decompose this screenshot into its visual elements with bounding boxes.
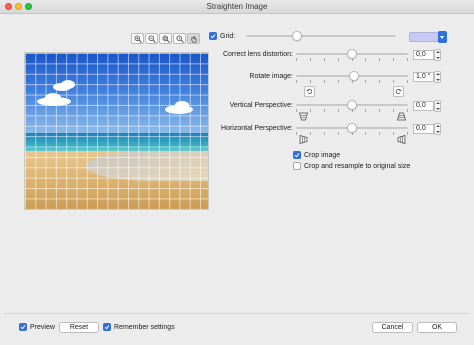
grid-color-dropdown[interactable] bbox=[438, 31, 447, 43]
crop-image-checkbox[interactable] bbox=[293, 151, 301, 159]
perspective-left-wide-icon bbox=[299, 135, 308, 144]
vertical-perspective-input[interactable]: 0,0 bbox=[413, 101, 434, 111]
title-bar: Straighten Image bbox=[0, 0, 474, 14]
straighten-image-dialog: Straighten Image Grid: Correct lens dist… bbox=[0, 0, 474, 345]
slider-knob[interactable] bbox=[292, 31, 302, 41]
slider-knob[interactable] bbox=[347, 123, 357, 133]
zoom-out-button[interactable] bbox=[145, 33, 158, 44]
lens-distortion-input[interactable]: 0,0 bbox=[413, 50, 434, 60]
perspective-bottom-wide-icon bbox=[397, 112, 406, 121]
slider-knob[interactable] bbox=[347, 100, 357, 110]
preview-option[interactable]: Preview bbox=[19, 323, 55, 331]
crop-resample-label: Crop and resample to original size bbox=[304, 162, 411, 170]
remember-settings-label: Remember settings bbox=[114, 323, 175, 331]
rotate-right-button[interactable] bbox=[393, 86, 404, 97]
grid-color-well[interactable] bbox=[409, 32, 439, 42]
horizontal-perspective-label: Horizontal Perspective: bbox=[221, 125, 293, 132]
rotate-counterclockwise-icon bbox=[306, 89, 313, 94]
zoom-in-icon bbox=[134, 35, 142, 43]
rotate-left-button[interactable] bbox=[304, 86, 315, 97]
zoom-toolbar bbox=[131, 33, 200, 44]
horizontal-perspective-stepper[interactable] bbox=[434, 123, 441, 135]
lens-distortion-stepper[interactable] bbox=[434, 49, 441, 61]
checkmark-icon bbox=[104, 325, 110, 330]
zoom-actual-size-button[interactable] bbox=[173, 33, 186, 44]
window-title: Straighten Image bbox=[206, 2, 268, 11]
remember-settings-checkbox[interactable] bbox=[103, 323, 111, 331]
grid-checkbox[interactable] bbox=[209, 32, 217, 40]
hand-pan-icon bbox=[190, 35, 196, 42]
crop-resample-checkbox[interactable] bbox=[293, 162, 301, 170]
crop-image-label: Crop image bbox=[304, 151, 341, 159]
cancel-button[interactable]: Cancel bbox=[372, 322, 413, 333]
lens-distortion-slider[interactable] bbox=[296, 49, 408, 61]
checkmark-icon bbox=[20, 325, 26, 330]
horizontal-perspective-input[interactable]: 0,0 bbox=[413, 124, 434, 134]
rotate-label: Rotate image: bbox=[249, 73, 293, 80]
checkmark-icon bbox=[210, 34, 216, 39]
vertical-perspective-label: Vertical Perspective: bbox=[229, 102, 293, 109]
perspective-top-wide-icon bbox=[299, 112, 308, 121]
zoom-actual-icon bbox=[176, 35, 184, 43]
remember-settings-option[interactable]: Remember settings bbox=[103, 323, 175, 331]
zoom-fit-icon bbox=[162, 35, 170, 43]
rotate-stepper[interactable] bbox=[434, 71, 441, 83]
vertical-perspective-stepper[interactable] bbox=[434, 100, 441, 112]
pan-tool-button[interactable] bbox=[187, 33, 200, 44]
rotate-slider[interactable] bbox=[296, 71, 408, 83]
reset-button[interactable]: Reset bbox=[59, 322, 99, 333]
slider-knob[interactable] bbox=[347, 49, 357, 59]
crop-resample-option[interactable]: Crop and resample to original size bbox=[293, 162, 410, 170]
rotate-clockwise-icon bbox=[395, 89, 402, 94]
crop-image-option[interactable]: Crop image bbox=[293, 151, 340, 159]
rotate-input[interactable]: 1,0 ° bbox=[413, 72, 434, 82]
zoom-fit-button[interactable] bbox=[159, 33, 172, 44]
slider-track bbox=[246, 35, 396, 37]
zoom-in-button[interactable] bbox=[131, 33, 144, 44]
grid-size-slider[interactable] bbox=[246, 31, 396, 41]
grid-overlay bbox=[25, 53, 208, 209]
lens-distortion-label: Correct lens distortion: bbox=[222, 51, 293, 58]
footer-divider bbox=[4, 313, 470, 314]
checkmark-icon bbox=[294, 153, 300, 158]
ok-button[interactable]: OK bbox=[417, 322, 457, 333]
zoom-out-icon bbox=[148, 35, 156, 43]
preview-label: Preview bbox=[30, 323, 55, 331]
image-preview[interactable] bbox=[24, 52, 209, 210]
horizontal-perspective-slider[interactable] bbox=[296, 123, 408, 135]
preview-checkbox[interactable] bbox=[19, 323, 27, 331]
perspective-right-wide-icon bbox=[397, 135, 406, 144]
grid-toggle[interactable]: Grid: bbox=[209, 32, 235, 40]
vertical-perspective-slider[interactable] bbox=[296, 100, 408, 112]
grid-label: Grid: bbox=[220, 32, 236, 40]
